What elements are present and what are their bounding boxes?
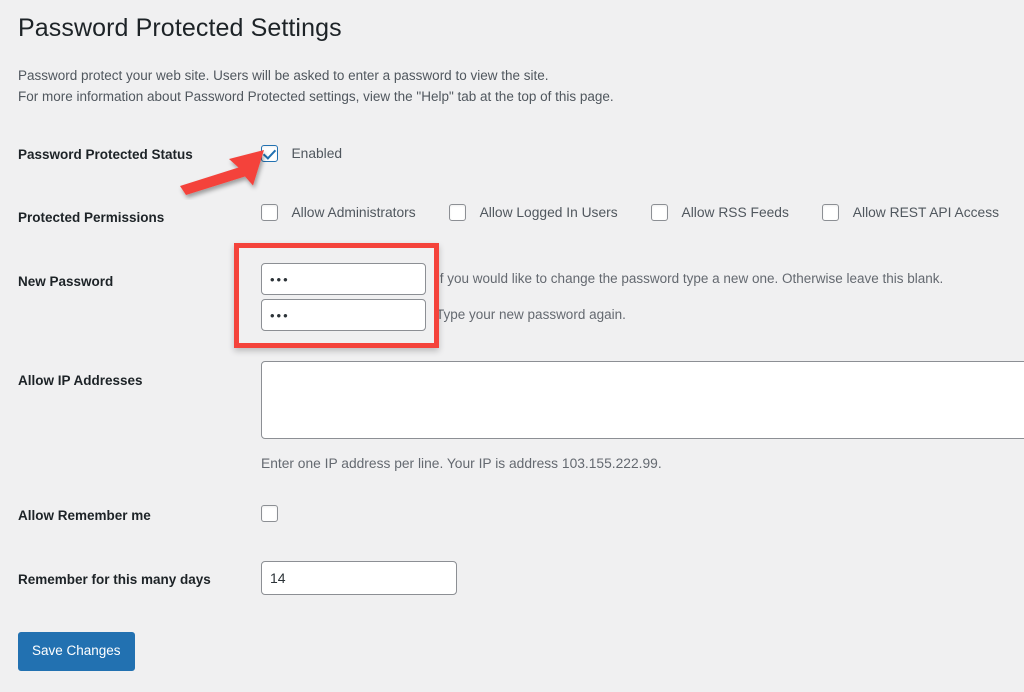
checkbox-group-allow-rss-feeds[interactable]: Allow RSS Feeds [651,204,789,222]
field-remember-days [261,561,457,595]
checkbox-label-allow-rss-feeds: Allow RSS Feeds [681,205,789,221]
label-allow-remember-me: Allow Remember me [18,508,151,523]
checkbox-allow-rss-feeds[interactable] [651,204,669,222]
label-protected-permissions: Protected Permissions [18,210,165,225]
checkbox-label-enabled: Enabled [291,146,343,162]
field-allow-ip-addresses: Enter one IP address per line. Your IP i… [261,361,1024,473]
field-password-protected-status: Enabled [261,145,342,163]
label-allow-ip-addresses: Allow IP Addresses [18,373,143,388]
submit-area: Save Changes [18,632,135,671]
field-allow-remember-me [261,505,278,523]
confirm-password-description: Type your new password again. [436,307,626,322]
new-password-description: If you would like to change the password… [436,271,944,286]
checkbox-group-allow-logged-in-users[interactable]: Allow Logged In Users [449,204,618,222]
remember-days-input[interactable] [261,561,457,595]
field-new-password: If you would like to change the password… [261,263,1021,333]
label-new-password: New Password [18,274,114,289]
checkbox-group-allow-administrators[interactable]: Allow Administrators [261,204,416,222]
new-password-input[interactable] [261,263,426,295]
label-password-protected-status: Password Protected Status [18,147,193,162]
page-title: Password Protected Settings [18,14,342,42]
confirm-password-input[interactable] [261,299,426,331]
intro-line-1: Password protect your web site. Users wi… [18,68,549,83]
checkbox-allow-remember-me[interactable] [261,505,278,523]
field-protected-permissions: Allow Administrators Allow Logged In Use… [261,204,999,222]
checkbox-label-allow-administrators: Allow Administrators [291,205,416,221]
checkbox-group-allow-remember-me[interactable] [261,505,278,523]
settings-page: Password Protected Settings Password pro… [0,0,1024,692]
checkbox-allow-administrators[interactable] [261,204,278,222]
checkbox-enabled[interactable] [261,145,278,163]
label-remember-days: Remember for this many days [18,572,211,587]
allow-ip-addresses-textarea[interactable] [261,361,1024,439]
checkbox-allow-rest-api-access[interactable] [822,204,840,222]
intro-text: Password protect your web site. Users wi… [18,65,614,107]
checkbox-allow-logged-in-users[interactable] [449,204,467,222]
intro-line-2: For more information about Password Prot… [18,89,614,104]
checkbox-group-enabled[interactable]: Enabled [261,145,342,163]
allow-ip-addresses-description: Enter one IP address per line. Your IP i… [261,456,662,471]
checkbox-group-allow-rest-api-access[interactable]: Allow REST API Access [822,204,999,222]
checkbox-label-allow-logged-in-users: Allow Logged In Users [479,205,618,221]
checkbox-label-allow-rest-api-access: Allow REST API Access [852,205,999,221]
save-changes-button[interactable]: Save Changes [18,632,135,671]
